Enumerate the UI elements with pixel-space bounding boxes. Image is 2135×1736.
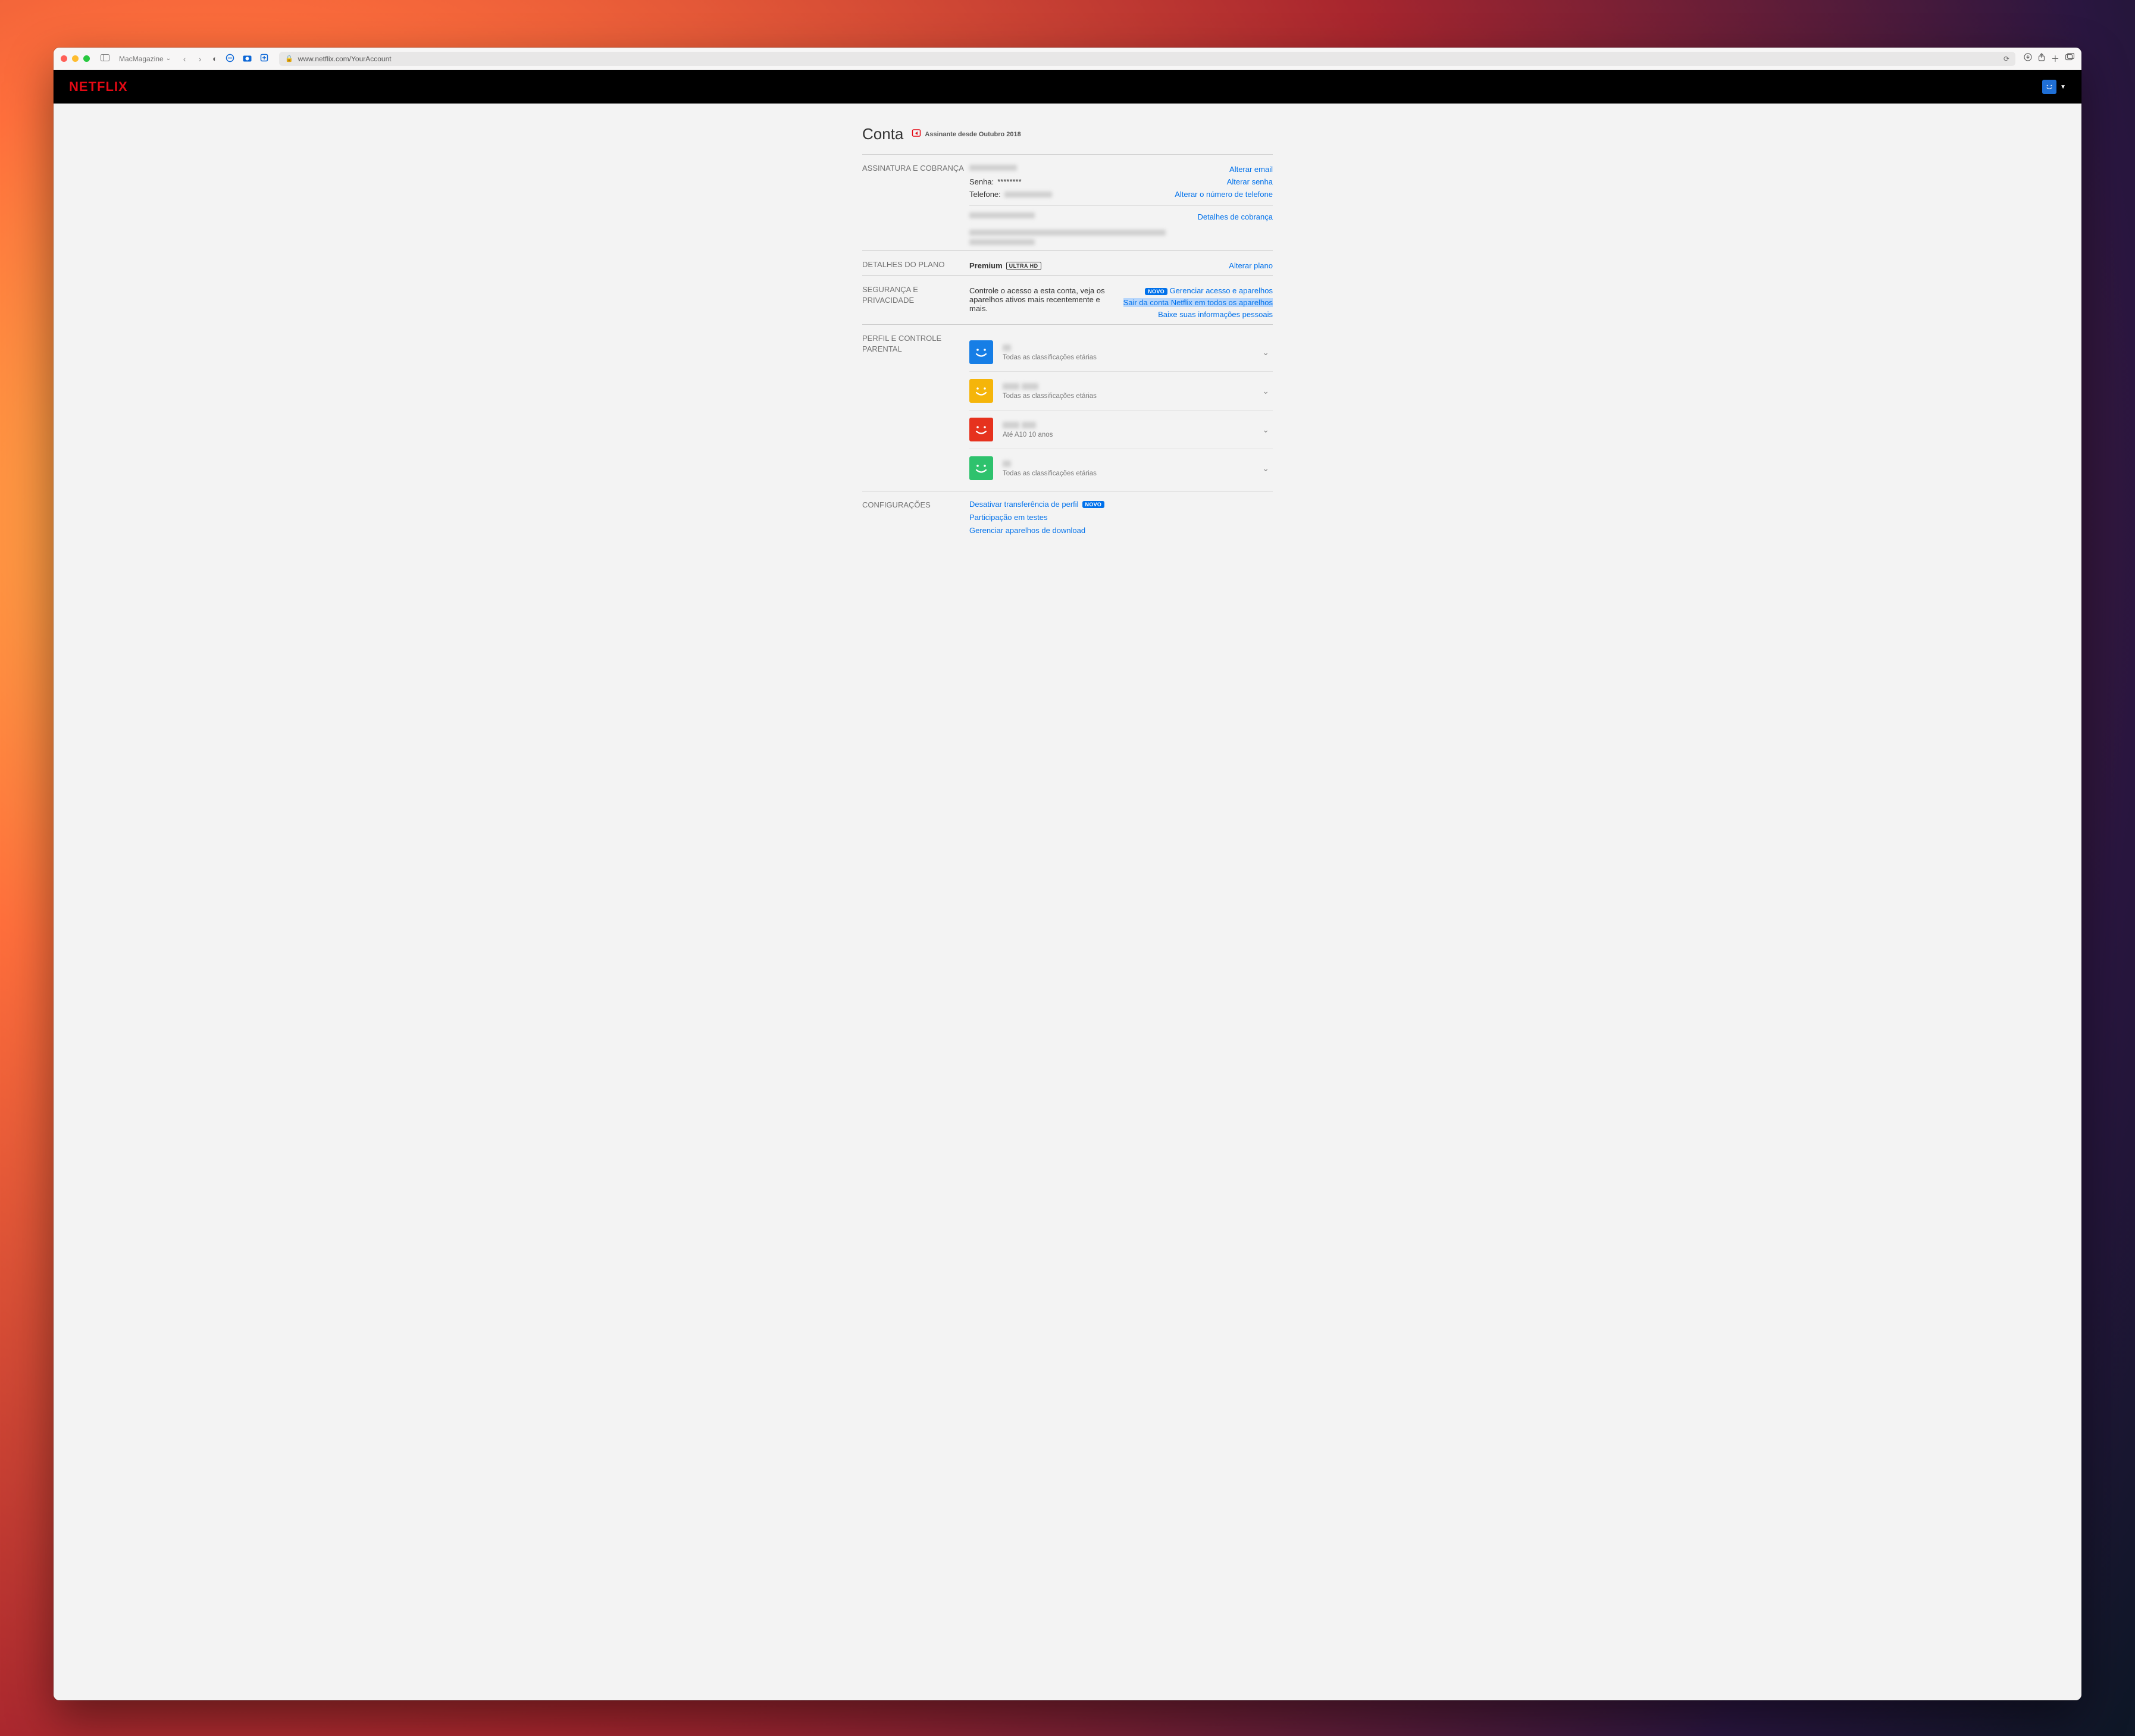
page-title: Conta [862, 125, 903, 143]
change-email-link[interactable]: Alterar email [1229, 165, 1273, 174]
lock-icon: 🔒 [285, 55, 293, 62]
member-since-badge: Assinante desde Outubro 2018 [912, 128, 1020, 140]
section-membership: ASSINATURA E COBRANÇA Alterar email Senh… [862, 154, 1273, 250]
address-bar[interactable]: 🔒 www.netflix.com/YourAccount ⟳ [279, 52, 2015, 66]
section-label: SEGURANÇA E PRIVACIDADE [862, 284, 969, 321]
billing-line-redacted [969, 230, 1166, 236]
profile-avatar [969, 379, 993, 403]
email-value-redacted [969, 165, 1017, 171]
netflix-logo[interactable]: NETFLIX [69, 79, 128, 95]
chevron-down-icon: ⌄ [1259, 386, 1273, 396]
profile-avatar [969, 418, 993, 441]
back-button[interactable]: ‹ [178, 54, 191, 64]
account-content: Conta Assinante desde Outubro 2018 ASSIN… [862, 125, 1273, 538]
plan-quality-badge: ULTRA HD [1006, 262, 1041, 270]
profile-row[interactable]: Até A10 10 anos ⌄ [969, 411, 1273, 449]
profile-row[interactable]: Todas as classificações etárias ⌄ [969, 372, 1273, 411]
member-since-text: Assinante desde Outubro 2018 [925, 131, 1020, 138]
section-label: DETALHES DO PLANO [862, 259, 969, 272]
page-viewport: NETFLIX ▼ Conta Assinante desde Outubro … [54, 70, 2081, 1700]
profile-meta: Todas as classificações etárias [1003, 460, 1249, 477]
minimize-window-button[interactable] [72, 55, 79, 62]
zoom-window-button[interactable] [83, 55, 90, 62]
security-description: Controle o acesso a esta conta, veja os … [969, 286, 1118, 313]
profile-maturity-rating: Até A10 10 anos [1003, 431, 1249, 438]
password-label: Senha: [969, 177, 994, 186]
profile-name-redacted [1003, 460, 1249, 469]
password-mask: ******** [997, 177, 1021, 186]
profile-meta: Todas as classificações etárias [1003, 383, 1249, 400]
change-password-link[interactable]: Alterar senha [1227, 177, 1273, 186]
profile-meta: Todas as classificações etárias [1003, 344, 1249, 361]
shield-icon[interactable]: ◐ [210, 54, 220, 63]
chevron-down-icon: ⌄ [1259, 425, 1273, 435]
profile-row[interactable]: Todas as classificações etárias ⌄ [969, 449, 1273, 487]
section-plan: DETALHES DO PLANO Premium ULTRA HD Alter… [862, 250, 1273, 275]
url-text: www.netflix.com/YourAccount [298, 55, 392, 63]
sign-out-all-devices-link[interactable]: Sair da conta Netflix em todos os aparel… [1123, 298, 1273, 307]
close-window-button[interactable] [61, 55, 67, 62]
change-phone-link[interactable]: Alterar o número de telefone [1175, 190, 1273, 199]
profile-name-redacted [1003, 383, 1249, 391]
downloads-icon[interactable] [2024, 53, 2032, 65]
profile-maturity-rating: Todas as classificações etárias [1003, 470, 1249, 477]
camera-extension-icon[interactable] [240, 54, 254, 64]
profile-menu[interactable]: ▼ [2042, 80, 2066, 94]
profile-name-redacted [1003, 344, 1249, 353]
section-security: SEGURANÇA E PRIVACIDADE Controle o acess… [862, 275, 1273, 324]
new-badge: NOVO [1082, 501, 1105, 508]
manage-access-link[interactable]: Gerenciar acesso e aparelhos [1170, 286, 1273, 295]
reload-button[interactable]: ⟳ [2003, 55, 2009, 63]
profile-row[interactable]: Todas as classificações etárias ⌄ [969, 333, 1273, 372]
phone-label: Telefone: [969, 190, 1001, 199]
profile-maturity-rating: Todas as classificações etárias [1003, 354, 1249, 361]
chevron-down-icon: ⌄ [166, 55, 171, 62]
chevron-down-icon: ⌄ [1259, 463, 1273, 474]
extension-icon[interactable] [223, 54, 237, 64]
billing-line-redacted [969, 239, 1035, 245]
profile-maturity-rating: Todas as classificações etárias [1003, 393, 1249, 400]
phone-value-redacted [1004, 192, 1052, 198]
payment-method-redacted [969, 212, 1035, 218]
profile-avatar [969, 340, 993, 364]
section-label: CONFIGURAÇÕES [862, 500, 969, 535]
profile-meta: Até A10 10 anos [1003, 421, 1249, 438]
download-personal-info-link[interactable]: Baixe suas informações pessoais [1158, 310, 1273, 319]
disable-profile-transfer-link[interactable]: Desativar transferência de perfil [969, 500, 1079, 509]
section-profiles: PERFIL E CONTROLE PARENTAL Todas as clas… [862, 324, 1273, 491]
profile-avatar [969, 456, 993, 480]
share-icon[interactable] [2038, 53, 2045, 65]
tab-group-name: MacMagazine [119, 55, 164, 63]
tab-overview-icon[interactable] [2065, 53, 2074, 65]
sidebar-toggle-icon[interactable] [98, 54, 112, 63]
new-badge: NOVO [1145, 288, 1167, 295]
section-settings: CONFIGURAÇÕES Desativar transferência de… [862, 491, 1273, 538]
member-since-icon [912, 128, 921, 140]
site-header: NETFLIX ▼ [54, 70, 2081, 104]
window-controls [61, 55, 90, 62]
browser-window: MacMagazine ⌄ ‹ › ◐ 🔒 www.netflix.com/Yo… [54, 48, 2081, 1700]
browser-toolbar: MacMagazine ⌄ ‹ › ◐ 🔒 www.netflix.com/Yo… [54, 48, 2081, 70]
caret-down-icon: ▼ [2060, 84, 2066, 90]
test-participation-link[interactable]: Participação em testes [969, 513, 1048, 522]
share-extension-icon[interactable] [258, 54, 271, 64]
change-plan-link[interactable]: Alterar plano [1229, 261, 1273, 270]
tab-group-picker[interactable]: MacMagazine ⌄ [115, 54, 174, 64]
profile-name-redacted [1003, 421, 1249, 430]
avatar [2042, 80, 2056, 94]
plan-name: Premium [969, 261, 1003, 270]
section-label: PERFIL E CONTROLE PARENTAL [862, 333, 969, 487]
new-tab-icon[interactable]: ＋ [2051, 53, 2059, 65]
manage-download-devices-link[interactable]: Gerenciar aparelhos de download [969, 526, 1085, 535]
forward-button[interactable]: › [193, 54, 206, 64]
chevron-down-icon: ⌄ [1259, 347, 1273, 358]
billing-details-link[interactable]: Detalhes de cobrança [1198, 212, 1273, 221]
section-label: ASSINATURA E COBRANÇA [862, 163, 969, 247]
